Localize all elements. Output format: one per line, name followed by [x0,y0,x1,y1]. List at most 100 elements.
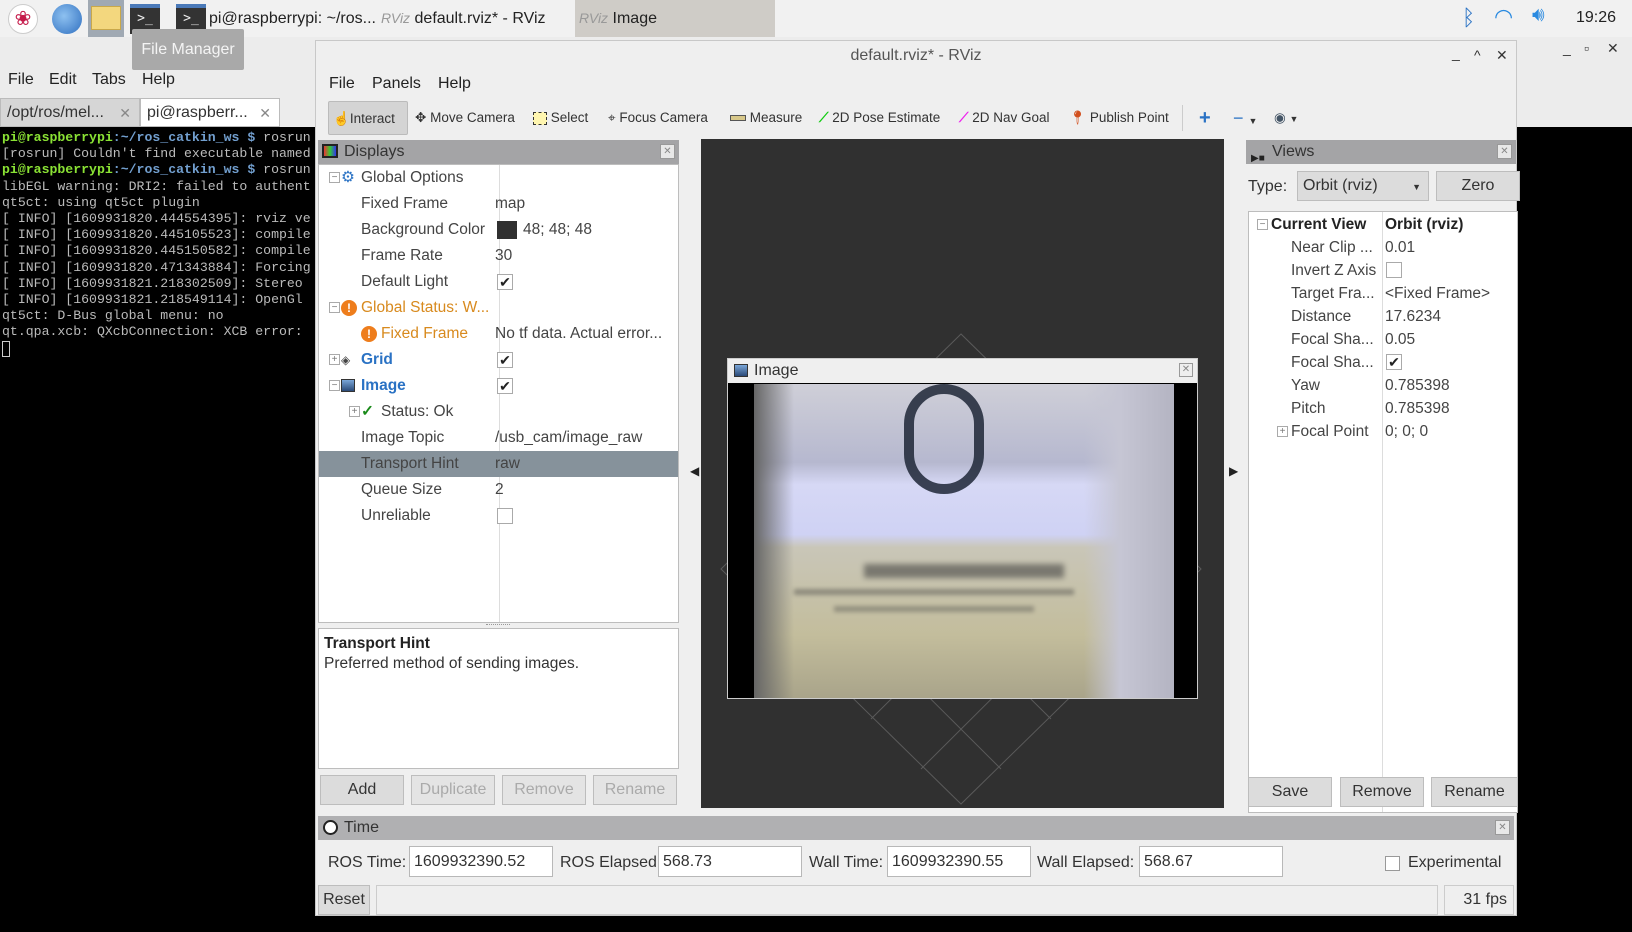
collapse-left-arrow[interactable]: ◀ [690,464,699,478]
bluetooth-icon[interactable]: ᛒ [1462,5,1475,31]
property-value[interactable]: raw [495,451,677,477]
menu-panels[interactable]: Panels [372,75,421,93]
tool-2d-pose-estimate[interactable]: ⟋ 2D Pose Estimate [819,101,940,135]
property-value[interactable]: <Fixed Frame> [1385,282,1517,305]
collapse-icon[interactable]: − [1257,219,1268,230]
display-row[interactable]: − Image ✔ [319,373,678,399]
view-eye-icon[interactable]: ◉ ▼ [1274,101,1298,135]
display-row[interactable]: − ⚙ Global Options [319,165,678,191]
ros-elapsed-field[interactable]: 568.73 [658,846,802,877]
file-manager-icon[interactable] [88,0,124,37]
display-row[interactable]: Queue Size 2 [319,477,678,503]
property-value[interactable]: 0.785398 [1385,397,1517,420]
display-row[interactable]: Fixed Frame map [319,191,678,217]
browser-icon[interactable] [52,4,82,34]
display-row[interactable]: Frame Rate 30 [319,243,678,269]
close-panel-icon[interactable]: ✕ [1497,144,1512,159]
task-rviz[interactable]: RViz default.rviz* - RViz [377,0,573,37]
view-property-row[interactable]: Distance 17.6234 [1249,305,1517,328]
splitter-handle[interactable] [486,624,510,627]
tool-measure[interactable]: Measure [730,101,802,135]
close-icon[interactable]: ✕ [1496,47,1508,64]
close-panel-icon[interactable]: ✕ [1495,820,1510,835]
checkbox[interactable] [497,508,513,524]
wall-elapsed-field[interactable]: 568.67 [1139,846,1283,877]
expand-icon[interactable]: + [349,406,360,417]
close-panel-icon[interactable]: ✕ [660,144,675,159]
property-value[interactable]: 0; 0; 0 [1385,420,1517,443]
collapse-icon[interactable]: − [329,302,340,313]
menu-file[interactable]: File [329,75,355,93]
remove-display-button[interactable]: Remove [502,775,586,805]
terminal-menu-edit[interactable]: Edit [49,70,77,90]
collapse-right-arrow[interactable]: ▶ [1229,464,1238,478]
view-type-dropdown[interactable]: Orbit (rviz) ▼ [1297,171,1429,201]
collapse-icon[interactable]: − [329,172,340,183]
display-row[interactable]: ! Fixed Frame No tf data. Actual error... [319,321,678,347]
expand-icon[interactable]: + [1277,426,1288,437]
displays-tree[interactable]: − ⚙ Global Options Fixed Frame map Background… [318,164,679,623]
reset-button[interactable]: Reset [318,885,370,915]
tool-select[interactable]: Select [533,101,588,135]
tool-focus-camera[interactable]: ⌖ Focus Camera [608,101,708,135]
view-property-row[interactable]: Yaw 0.785398 [1249,374,1517,397]
checkbox[interactable]: ✔ [497,274,513,290]
minimize-icon[interactable]: _ [1563,40,1571,56]
volume-icon[interactable]: 🔊︎ [1532,4,1545,27]
rename-display-button[interactable]: Rename [593,775,677,805]
view-property-row[interactable]: Near Clip ... 0.01 [1249,236,1517,259]
property-value[interactable]: 2 [495,477,677,503]
expand-icon[interactable]: + [329,354,340,365]
rename-view-button[interactable]: Rename [1431,777,1518,807]
display-row[interactable]: −! Global Status: W... [319,295,678,321]
close-icon[interactable]: ✕ [1607,40,1619,57]
view-property-row[interactable]: Focal Sha... 0.05 [1249,328,1517,351]
ros-time-field[interactable]: 1609932390.52 [409,846,553,877]
property-value[interactable]: 0.01 [1385,236,1517,259]
view-property-row[interactable]: Target Fra... <Fixed Frame> [1249,282,1517,305]
color-swatch[interactable] [497,221,517,239]
property-value[interactable]: 48; 48; 48 [523,217,673,243]
view-property-row[interactable]: Focal Sha... ✔ [1249,351,1517,374]
terminal-tab-active[interactable]: pi@raspberr... ✕ [140,98,280,127]
property-value[interactable]: 0.785398 [1385,374,1517,397]
minimize-icon[interactable]: _ [1452,45,1460,61]
wall-time-field[interactable]: 1609932390.55 [887,846,1031,877]
checkbox[interactable]: ✔ [497,352,513,368]
zero-button[interactable]: Zero [1436,171,1520,201]
remove-tool-icon[interactable]: − ▼ [1233,101,1257,135]
duplicate-button[interactable]: Duplicate [411,775,495,805]
property-value[interactable]: /usb_cam/image_raw [495,425,677,451]
display-row[interactable]: Default Light ✔ [319,269,678,295]
terminal-menu-tabs[interactable]: Tabs [92,70,126,90]
property-value[interactable]: No tf data. Actual error... [495,321,677,347]
view-property-row[interactable]: Invert Z Axis [1249,259,1517,282]
terminal-menu-help[interactable]: Help [142,70,175,90]
display-row[interactable]: Image Topic/usb_cam/image_raw [319,425,678,451]
display-row[interactable]: + ✓ Status: Ok [319,399,678,425]
save-view-button[interactable]: Save [1248,777,1332,807]
terminal-menu-file[interactable]: File [8,70,34,90]
add-display-button[interactable]: Add [320,775,404,805]
raspberry-menu-icon[interactable]: ❀ [8,4,38,34]
tool-publish-point[interactable]: 📍︎ Publish Point [1069,101,1169,135]
maximize-icon[interactable]: ▫ [1584,40,1589,56]
checkbox[interactable] [1386,262,1402,278]
tool-interact[interactable]: ☝Interact [328,101,408,135]
close-panel-icon[interactable]: ✕ [1179,363,1193,377]
display-row[interactable]: Background Color 48; 48; 48 [319,217,678,243]
property-value[interactable]: 17.6234 [1385,305,1517,328]
property-value[interactable]: 0.05 [1385,328,1517,351]
maximize-icon[interactable]: ^ [1474,47,1481,63]
remove-view-button[interactable]: Remove [1340,777,1424,807]
property-value[interactable]: Orbit (rviz) [1385,213,1517,236]
view-property-row[interactable]: + Focal Point 0; 0; 0 [1249,420,1517,443]
collapse-icon[interactable]: − [329,380,340,391]
tool-move-camera[interactable]: ✥ Move Camera [415,101,515,135]
display-row[interactable]: + ◈ Grid ✔ [319,347,678,373]
close-tab-icon[interactable]: ✕ [119,99,131,127]
view-property-row[interactable]: − Current View Orbit (rviz) [1249,213,1517,236]
view-property-row[interactable]: Pitch 0.785398 [1249,397,1517,420]
checkbox[interactable]: ✔ [497,378,513,394]
views-tree[interactable]: − Current View Orbit (rviz) Near Clip ... 0.… [1248,211,1518,813]
